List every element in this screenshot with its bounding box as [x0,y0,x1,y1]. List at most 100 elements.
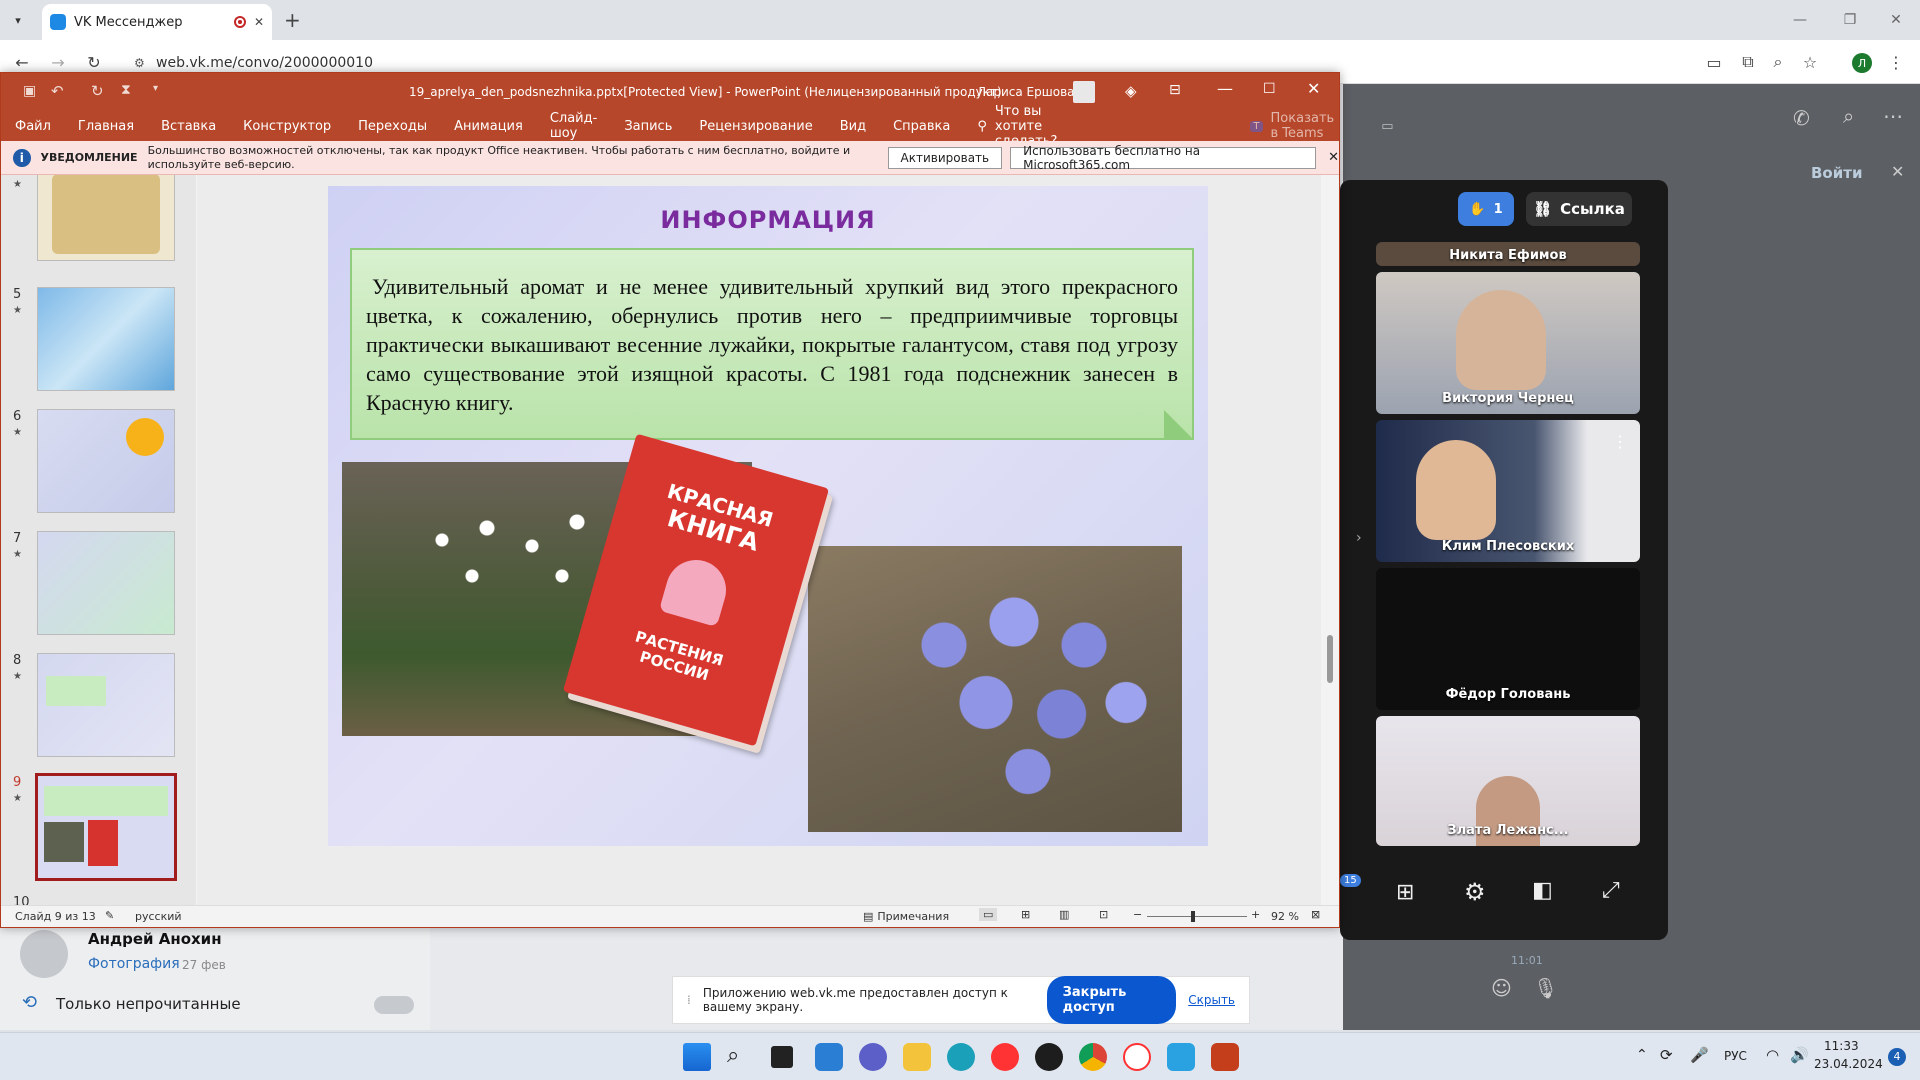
slideshow-icon[interactable]: ⊡ [1099,908,1108,921]
participant-tile[interactable]: ⋮ Клим Плесовских [1376,420,1640,562]
ppt-user-name[interactable]: Лариса Ершова [977,85,1075,99]
expand-arrow-icon[interactable]: › [1356,530,1362,546]
spellcheck-icon[interactable]: ✎ [105,909,114,922]
grid-view-icon[interactable]: ⊞ [1396,880,1414,905]
ppt-minimize-button[interactable]: — [1217,79,1233,98]
wifi-icon[interactable]: ◠ [1766,1046,1779,1064]
file-explorer-icon[interactable] [903,1043,931,1071]
yandex-icon[interactable] [991,1043,1019,1071]
teams-button[interactable]: T Показать в Teams [1250,111,1334,141]
slide-text-box[interactable]: Удивительный аромат и не менее удивитель… [350,248,1194,440]
tab-design[interactable]: Конструктор [243,119,331,134]
tab-animations[interactable]: Анимация [454,119,523,134]
reading-view-icon[interactable]: ▥ [1059,908,1069,921]
activate-button[interactable]: Активировать [887,146,1003,169]
clock-date[interactable]: 23.04.2024 [1814,1057,1883,1071]
zoom-slider-thumb[interactable] [1191,911,1195,922]
slide-thumbnail-selected[interactable] [35,773,177,881]
fit-slide-icon[interactable]: ⊠ [1311,908,1320,921]
search-taskbar-icon[interactable]: ⌕ [727,1043,755,1071]
yandex-browser-icon[interactable] [1123,1043,1151,1071]
volume-icon[interactable]: 🔊 [1790,1046,1809,1064]
ppt-close-button[interactable]: ✕ [1307,79,1320,98]
camera-icon[interactable]: ▭ [1702,50,1726,74]
tile-menu-icon[interactable]: ⋮ [1612,432,1628,451]
tab-transitions[interactable]: Переходы [358,119,427,134]
close-icon[interactable]: ✕ [1891,162,1904,181]
search-icon[interactable]: ⌕ [1843,104,1854,128]
slide-thumbnail[interactable] [37,531,175,635]
participant-tile[interactable]: Фёдор Головань [1376,568,1640,710]
slide-thumbnail[interactable] [37,653,175,757]
unread-toggle[interactable] [374,996,414,1014]
chat-app-icon[interactable] [859,1043,887,1071]
browser-menu-icon[interactable]: ⋮ [1884,50,1908,74]
language-indicator[interactable]: РУС [1724,1049,1747,1063]
tab-list-button[interactable]: ▾ [8,10,28,30]
edge-icon[interactable] [947,1043,975,1071]
chat-name[interactable]: Андрей Анохин [88,930,222,948]
comments-icon[interactable]: ▭ [1381,119,1393,134]
tray-chevron-icon[interactable]: ⌃ [1636,1047,1648,1063]
zoom-level[interactable]: 92 % [1271,910,1299,923]
tab-help[interactable]: Справка [893,119,950,134]
present-icon[interactable]: ⧗ [121,82,131,98]
more-icon[interactable]: ⋯ [1883,104,1903,128]
tab-view[interactable]: Вид [840,119,866,134]
slide-sorter-icon[interactable]: ⊞ [1021,908,1030,921]
site-info-icon[interactable]: ⚙ [134,56,145,70]
tab-file[interactable]: Файл [15,119,51,134]
redo-icon[interactable]: ↻ [91,82,104,100]
tab-close-button[interactable]: ✕ [254,15,264,29]
layout-icon[interactable]: ◧ [1532,878,1553,903]
language-status[interactable]: русский [135,910,182,923]
use-free-button[interactable]: Использовать бесплатно на Microsoft365.c… [1010,144,1317,172]
tab-review[interactable]: Рецензирование [699,119,812,134]
link-button[interactable]: ⛓ Ссылка [1526,192,1632,226]
screen-share-icon[interactable]: ⧉ [1736,50,1760,74]
ribbon-display-icon[interactable]: ⊟ [1169,82,1181,98]
normal-view-icon[interactable]: ▭ [979,908,998,921]
sync-icon[interactable]: ⟳ [1660,1046,1673,1064]
zoom-out-icon[interactable]: − [1133,908,1142,921]
raised-hand-badge[interactable]: ✋ 1 [1458,192,1514,226]
participant-tile[interactable]: Злата Лежанс... [1376,716,1640,846]
hide-link[interactable]: Скрыть [1188,993,1235,1007]
vertical-scrollbar[interactable] [1327,635,1333,683]
participant-tile[interactable]: Виктория Чернец [1376,272,1640,414]
mic-tray-icon[interactable]: 🎤 [1690,1046,1709,1064]
fullscreen-icon[interactable]: ⤢ [1602,878,1620,903]
minimize-button[interactable]: — [1780,8,1820,32]
user-avatar[interactable] [1073,81,1095,103]
bookmark-star-icon[interactable]: ☆ [1798,50,1822,74]
mic-icon[interactable]: 🎙 [1533,976,1558,1000]
stop-sharing-button[interactable]: Закрыть доступ [1046,976,1177,1024]
close-window-button[interactable]: ✕ [1876,8,1916,32]
zoom-in-icon[interactable]: + [1251,908,1260,921]
task-view-icon[interactable] [771,1046,793,1068]
settings-icon[interactable]: ⚙ [1464,878,1486,906]
phone-icon[interactable]: ✆ [1793,106,1810,130]
app-icon[interactable] [1035,1043,1063,1071]
tab-slideshow[interactable]: Слайд-шоу [550,111,597,141]
restore-button[interactable]: ❐ [1830,8,1870,32]
drag-handle-icon[interactable]: ⁞ [687,993,691,1007]
customize-qat-icon[interactable]: ▾ [153,83,158,94]
messenger-icon[interactable] [1167,1043,1195,1071]
notice-close-icon[interactable]: ✕ [1328,150,1339,165]
new-tab-button[interactable]: + [284,8,301,32]
forward-button[interactable]: → [46,50,70,74]
slide-thumbnail[interactable] [37,287,175,391]
ppt-maximize-button[interactable]: ☐ [1263,81,1276,97]
emoji-icon[interactable]: ☺ [1491,976,1512,1000]
tab-home[interactable]: Главная [78,119,134,134]
profile-avatar[interactable]: Л [1852,53,1872,73]
chrome-icon[interactable] [1079,1043,1107,1071]
reload-button[interactable]: ↻ [82,50,106,74]
widgets-icon[interactable] [815,1043,843,1071]
save-icon[interactable]: ▣ [23,83,36,99]
start-icon[interactable] [683,1043,711,1071]
participant-tile[interactable]: Никита Ефимов [1376,242,1640,266]
zoom-icon[interactable]: ⌕ [1766,50,1790,74]
slide[interactable]: ИНФОРМАЦИЯ Удивительный аромат и не мене… [328,186,1208,846]
